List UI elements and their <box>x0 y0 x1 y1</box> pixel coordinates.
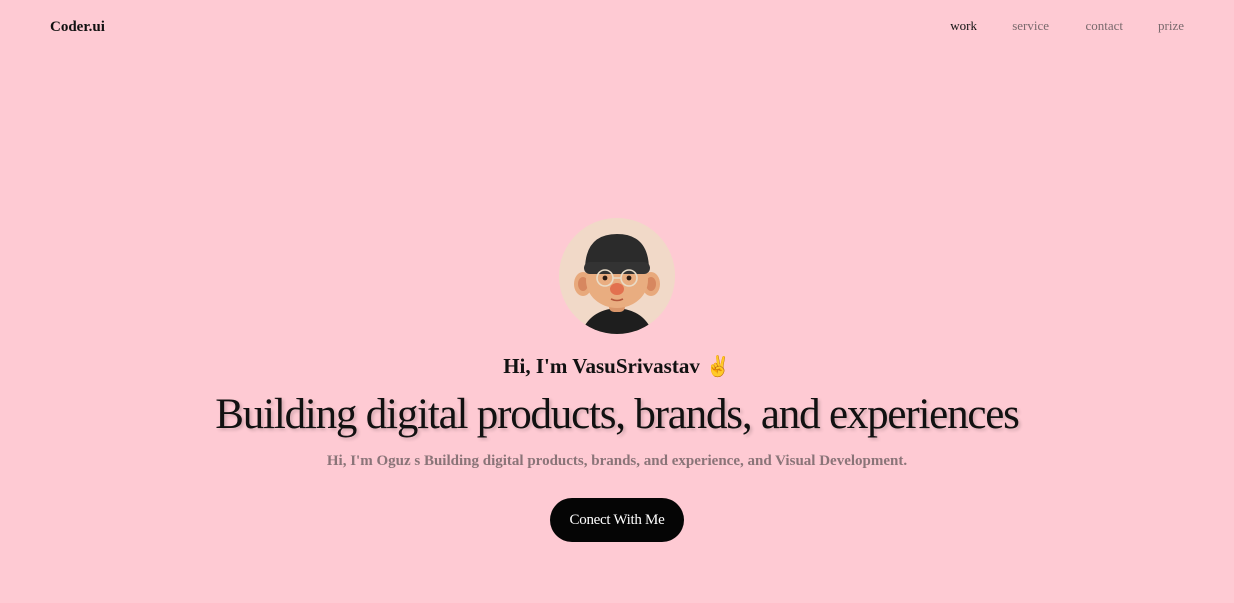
nav-link-prize[interactable]: prize <box>1158 18 1184 34</box>
greeting-heading: Hi, I'm VasuSrivastav ✌️ <box>503 352 731 380</box>
hero-subtext: Hi, I'm Oguz s Building digital products… <box>326 453 908 469</box>
avatar-illustration-icon <box>559 218 675 334</box>
site-logo[interactable]: Coder.ui <box>50 19 105 36</box>
nav-link-contact[interactable]: contact <box>1085 18 1123 34</box>
site-header: Coder.ui work service contact prize <box>0 0 1234 56</box>
hero-section: Hi, I'm VasuSrivastav ✌️ Building digita… <box>0 218 1234 542</box>
nav-link-service[interactable]: service <box>1012 18 1049 34</box>
connect-button[interactable]: Conect With Me <box>550 498 684 542</box>
avatar <box>559 218 675 334</box>
hero-headline: Building digital products, brands, and e… <box>215 391 1020 438</box>
victory-hand-icon: ✌️ <box>705 354 731 378</box>
nav-link-work[interactable]: work <box>950 18 977 34</box>
greeting-text: Hi, I'm VasuSrivastav <box>503 353 700 378</box>
